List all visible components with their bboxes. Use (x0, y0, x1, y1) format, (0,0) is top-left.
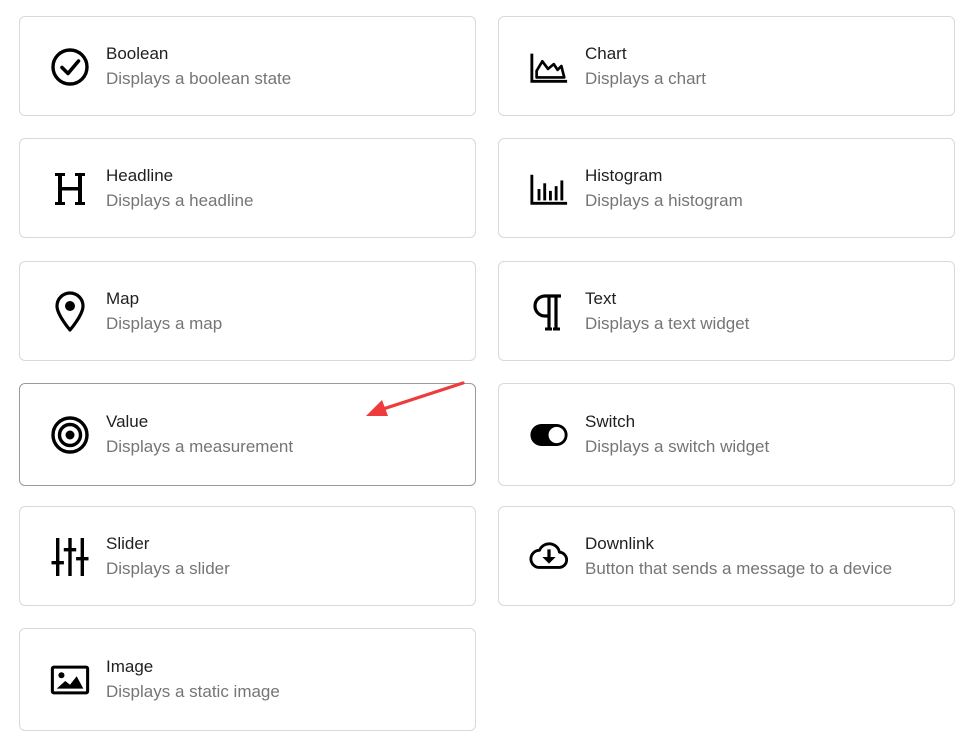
widget-card-value[interactable]: Value Displays a measurement (19, 383, 476, 486)
widget-description: Button that sends a message to a device (585, 559, 893, 578)
widget-title: Boolean (106, 44, 169, 63)
widget-card-text[interactable]: Text Displays a text widget (498, 261, 955, 361)
widget-description: Displays a headline (106, 191, 254, 210)
widget-title: Switch (585, 412, 636, 431)
image-icon (50, 660, 90, 700)
widget-card-histogram[interactable]: Histogram Displays a histogram (498, 138, 955, 238)
widget-card-image[interactable]: Image Displays a static image (19, 628, 476, 731)
widget-title: Headline (106, 166, 174, 185)
widget-card-headline[interactable]: Headline Displays a headline (19, 138, 476, 238)
widget-title: Histogram (585, 166, 663, 185)
widget-description: Displays a static image (106, 682, 280, 701)
widget-title: Slider (106, 534, 150, 553)
widget-picker-grid: Boolean Displays a boolean state Chart D… (0, 0, 971, 745)
map-pin-icon (50, 291, 90, 332)
widget-description: Displays a chart (585, 69, 706, 88)
widget-card-chart[interactable]: Chart Displays a chart (498, 16, 955, 116)
widget-title: Image (106, 657, 154, 676)
bar-chart-icon (529, 169, 569, 209)
pilcrow-icon (529, 292, 569, 332)
widget-card-boolean[interactable]: Boolean Displays a boolean state (19, 16, 476, 116)
sliders-icon (50, 537, 90, 577)
widget-description: Displays a slider (106, 559, 230, 578)
widget-description: Displays a histogram (585, 191, 743, 210)
target-icon (50, 415, 90, 455)
widget-description: Displays a map (106, 314, 223, 333)
widget-card-slider[interactable]: Slider Displays a slider (19, 506, 476, 606)
widget-title: Text (585, 289, 617, 308)
widget-description: Displays a text widget (585, 314, 750, 333)
cloud-download-icon (529, 537, 569, 577)
widget-card-downlink[interactable]: Downlink Button that sends a message to … (498, 506, 955, 606)
check-circle-icon (50, 47, 90, 87)
area-chart-icon (529, 47, 569, 87)
widget-title: Chart (585, 44, 627, 63)
widget-card-switch[interactable]: Switch Displays a switch widget (498, 383, 955, 486)
widget-description: Displays a switch widget (585, 437, 770, 456)
letter-h-icon (50, 169, 90, 209)
toggle-icon (529, 415, 569, 455)
widget-title: Map (106, 289, 140, 308)
widget-card-map[interactable]: Map Displays a map (19, 261, 476, 361)
widget-title: Value (106, 412, 149, 431)
widget-title: Downlink (585, 534, 654, 553)
widget-description: Displays a measurement (106, 437, 294, 456)
widget-description: Displays a boolean state (106, 69, 292, 88)
